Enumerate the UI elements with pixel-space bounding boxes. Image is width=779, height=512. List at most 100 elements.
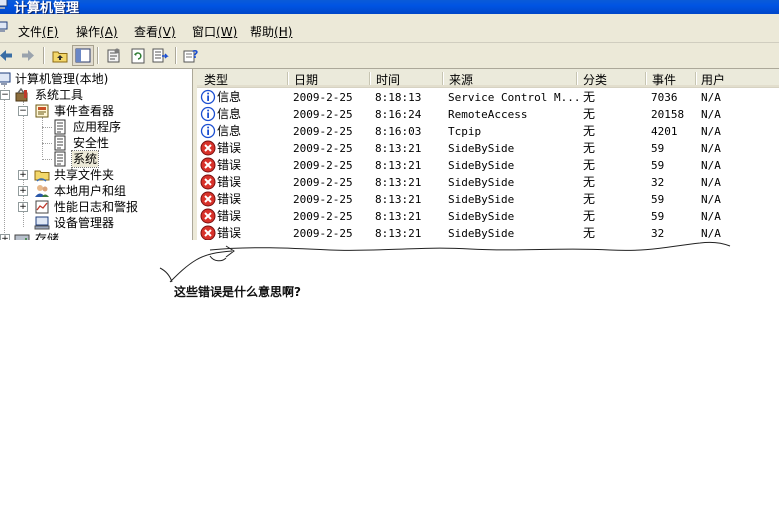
tree-item-label: 共享文件夹 [54,168,115,182]
error-icon [200,191,216,207]
tree-item-storage[interactable]: + 存储 [0,231,190,240]
cell-date: 2009-2-25 [293,193,353,206]
cell-category: 无 [583,175,596,189]
menu-view[interactable]: 查看(V) [134,23,176,40]
column-header-event[interactable]: 事件 [652,71,676,88]
table-row[interactable]: 错误 2009-2-25 8:13:21 SideBySide 无 32 N/A [197,225,779,240]
toolbar-separator [97,47,98,64]
table-row[interactable]: 错误 2009-2-25 8:13:21 SideBySide 无 59 N/A [197,157,779,174]
title-bar: 计算机管理 [0,0,779,16]
menu-view-accel: (V) [158,25,176,39]
menu-file[interactable]: 文件(F) [18,23,58,40]
svg-text:?: ? [192,48,198,61]
event-viewer-icon [35,104,49,118]
tree-item-label: 事件查看器 [54,104,115,118]
column-divider[interactable] [645,72,646,85]
collapse-toggle[interactable]: − [18,106,28,116]
table-row[interactable]: 错误 2009-2-25 8:13:21 SideBySide 无 32 N/A [197,174,779,191]
console-tree[interactable]: 计算机管理(本地) − 系统工具 − 事件查看器 应用程序 安全性 系统 + 共… [0,69,193,240]
toolbar: ? [0,43,779,69]
tree-item-label: 计算机管理(本地) [15,72,109,86]
column-divider[interactable] [576,72,577,85]
column-divider[interactable] [287,72,288,85]
menu-help-label: 帮助 [250,25,275,39]
refresh-icon[interactable] [128,46,148,65]
column-header-date[interactable]: 日期 [294,71,318,88]
tree-item-label: 本地用户和组 [54,184,127,198]
tree-item-system-tools[interactable]: − 系统工具 [0,87,190,103]
log-icon [54,119,66,135]
up-folder-icon[interactable] [50,46,70,65]
cell-type: 错误 [217,175,242,189]
annotation-underline [209,241,731,251]
column-divider[interactable] [369,72,370,85]
menu-window[interactable]: 窗口(W) [192,23,237,40]
cell-category: 无 [583,192,596,206]
tree-item-performance-logs[interactable]: + 性能日志和警报 [0,199,190,215]
export-list-icon[interactable] [150,46,170,65]
cell-category: 无 [583,209,596,223]
help-icon[interactable]: ? [181,46,201,65]
cell-type: 信息 [217,107,242,121]
cell-source: Service Control M... [448,91,581,104]
cell-type: 错误 [217,192,242,206]
table-row[interactable]: 错误 2009-2-25 8:13:21 SideBySide 无 59 N/A [197,191,779,208]
event-list[interactable]: 类型 日期 时间 来源 分类 事件 用户 信息 2009-2-25 8:18:13 S… [197,69,779,240]
info-icon [200,106,216,122]
system-tools-icon [15,87,28,102]
tree-item-local-users[interactable]: + 本地用户和组 [0,183,190,199]
expand-toggle[interactable]: + [18,202,28,212]
expand-toggle[interactable]: + [0,234,10,240]
cell-type: 信息 [217,90,242,104]
tree-item-label: 安全性 [73,136,110,150]
expand-toggle[interactable]: + [18,186,28,196]
tree-item-device-manager[interactable]: 设备管理器 [0,215,190,231]
menu-action[interactable]: 操作(A) [76,23,118,40]
cell-user: N/A [701,176,721,189]
menu-help[interactable]: 帮助(H) [250,23,292,40]
tree-item-shared-folders[interactable]: + 共享文件夹 [0,167,190,183]
column-divider[interactable] [695,72,696,85]
column-header-type[interactable]: 类型 [204,71,228,88]
expand-toggle[interactable]: + [18,170,28,180]
tree-item-security-log[interactable]: 安全性 [0,135,190,151]
menu-action-label: 操作 [76,25,101,39]
tree-item-application-log[interactable]: 应用程序 [0,119,190,135]
cell-time: 8:13:21 [375,176,422,189]
tree-item-event-viewer[interactable]: − 事件查看器 [0,103,190,119]
properties-icon[interactable] [104,46,124,65]
column-header-user[interactable]: 用户 [701,71,725,88]
cell-time: 8:13:21 [375,159,422,172]
error-icon [200,208,216,224]
table-row[interactable]: 错误 2009-2-25 8:13:21 SideBySide 无 59 N/A [197,208,779,225]
cell-event: 32 [651,227,665,240]
annotation-arrow [159,245,235,283]
device-manager-icon [34,216,50,230]
table-row[interactable]: 信息 2009-2-25 8:16:24 RemoteAccess 无 20158 N/A [197,106,779,123]
menu-bar: 文件(F) 操作(A) 查看(V) 窗口(W) 帮助(H) [0,14,779,43]
column-header-source[interactable]: 来源 [449,71,473,88]
tree-item-system-log[interactable]: 系统 [0,150,190,168]
tree-item-label: 系统工具 [35,88,84,102]
cell-event: 20158 [651,108,685,121]
table-row[interactable]: 信息 2009-2-25 8:18:13 Service Control M... 无 7… [197,89,779,106]
cell-category: 无 [583,158,596,172]
show-tree-icon[interactable] [72,45,94,66]
cell-event: 59 [651,193,665,206]
cell-source: RemoteAccess [448,108,528,121]
tree-item-computer-management[interactable]: 计算机管理(本地) [0,71,190,87]
cell-user: N/A [701,125,721,138]
collapse-toggle[interactable]: − [0,90,10,100]
table-row[interactable]: 信息 2009-2-25 8:16:03 Tcpip 无 4201 N/A [197,123,779,140]
cell-source: SideBySide [448,193,515,206]
table-row[interactable]: 错误 2009-2-25 8:13:21 SideBySide 无 59 N/A [197,140,779,157]
column-header-category[interactable]: 分类 [583,71,607,88]
column-divider[interactable] [442,72,443,85]
forward-icon[interactable] [18,46,38,65]
cell-user: N/A [701,159,721,172]
cell-event: 32 [651,176,665,189]
back-icon[interactable] [0,46,16,65]
column-header-time[interactable]: 时间 [376,71,400,88]
tree-item-label: 性能日志和警报 [54,200,139,214]
system-menu-icon[interactable] [0,20,8,34]
